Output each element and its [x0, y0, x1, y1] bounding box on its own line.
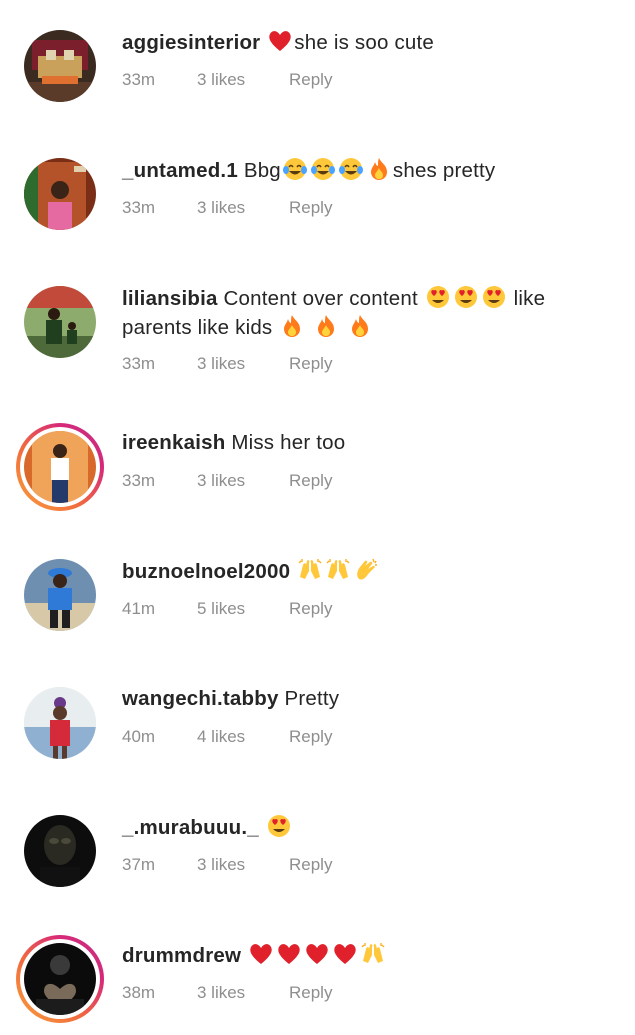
red-heart-icon [248, 941, 274, 967]
comment-likes[interactable]: 5 likes [197, 598, 245, 620]
comment-text: _untamed.1 Bbg shes pretty [122, 156, 595, 185]
heart-eyes-icon [481, 284, 507, 310]
comment-text: _.murabuuu._ [122, 813, 595, 842]
comment-body: Pretty [284, 687, 340, 710]
comment-username[interactable]: wangechi.tabby [122, 687, 279, 710]
red-heart-icon [332, 941, 358, 967]
comment-text: aggiesinterior she is soo cute [122, 28, 595, 57]
avatar-image [24, 687, 96, 759]
raising-hands-icon [325, 557, 351, 583]
comment-username[interactable]: drummdrew [122, 944, 241, 967]
avatar-ring-gap [20, 939, 100, 1019]
comment-username[interactable]: _untamed.1 [122, 159, 238, 182]
fire-icon [347, 313, 373, 339]
comment-text: wangechi.tabby Pretty [122, 685, 595, 713]
reply-button[interactable]: Reply [289, 69, 332, 91]
red-heart-icon [276, 941, 302, 967]
avatar-image [24, 815, 96, 887]
reply-button[interactable]: Reply [289, 598, 332, 620]
fire-icon [279, 313, 305, 339]
comment-time: 33m [122, 471, 156, 490]
comment-likes[interactable]: 3 likes [197, 982, 245, 1004]
comment-likes[interactable]: 3 likes [197, 470, 245, 492]
comment-likes[interactable]: 3 likes [197, 197, 245, 219]
comment-text: drummdrew [122, 941, 595, 970]
comment-username[interactable]: buznoelnoel2000 [122, 560, 290, 583]
raising-hands-icon [360, 941, 386, 967]
comment-likes[interactable]: 3 likes [197, 353, 245, 375]
raising-hands-icon [297, 557, 323, 583]
avatar-ring-gap [20, 427, 100, 507]
comment-time: 41m [122, 599, 156, 618]
avatar-story-ring[interactable] [16, 423, 104, 511]
comment-username[interactable]: _.murabuuu._ [122, 816, 259, 839]
comment-body: Miss her too [231, 431, 346, 454]
avatar[interactable] [24, 815, 96, 887]
tears-of-joy-icon [338, 156, 364, 182]
avatar-image [24, 286, 96, 358]
comment-time: 40m [122, 727, 156, 746]
comment-time: 33m [122, 70, 156, 89]
avatar [24, 943, 96, 1015]
reply-button[interactable]: Reply [289, 854, 332, 876]
tears-of-joy-icon [282, 156, 308, 182]
avatar [24, 431, 96, 503]
avatar[interactable] [24, 30, 96, 102]
comment-text: ireenkaish Miss her too [122, 429, 595, 457]
reply-button[interactable]: Reply [289, 470, 332, 492]
avatar[interactable] [24, 158, 96, 230]
avatar[interactable] [24, 559, 96, 631]
avatar[interactable] [24, 286, 96, 358]
avatar-image [24, 158, 96, 230]
comment-body-after: shes pretty [392, 159, 496, 182]
reply-button[interactable]: Reply [289, 197, 332, 219]
fire-icon [313, 313, 339, 339]
comment-body: Bbg [243, 159, 281, 182]
comment-likes[interactable]: 3 likes [197, 854, 245, 876]
avatar-image [24, 559, 96, 631]
avatar-story-ring[interactable] [16, 935, 104, 1023]
comment-body: Content over content [223, 287, 418, 310]
comment-time: 37m [122, 855, 156, 874]
avatar[interactable] [24, 687, 96, 759]
fire-icon [366, 156, 392, 182]
comment-username[interactable]: liliansibia [122, 287, 218, 310]
reply-button[interactable]: Reply [289, 353, 332, 375]
comment-username[interactable]: aggiesinterior [122, 31, 260, 54]
comment-body: she is soo cute [294, 31, 435, 54]
comment-text: liliansibia Content over content like pa… [122, 284, 595, 342]
comment-time: 33m [122, 198, 156, 217]
avatar-image [24, 943, 96, 1015]
heart-eyes-icon [425, 284, 451, 310]
comment-time: 33m [122, 354, 156, 373]
comment-time: 38m [122, 983, 156, 1002]
reply-button[interactable]: Reply [289, 982, 332, 1004]
avatar-image [24, 30, 96, 102]
heart-eyes-icon [453, 284, 479, 310]
comment-likes[interactable]: 3 likes [197, 69, 245, 91]
heart-eyes-icon [266, 813, 292, 839]
avatar-image [24, 431, 96, 503]
comment-username[interactable]: ireenkaish [122, 431, 225, 454]
red-heart-icon [267, 28, 293, 54]
reply-button[interactable]: Reply [289, 726, 332, 748]
clapping-hands-icon [353, 557, 379, 583]
comment-likes[interactable]: 4 likes [197, 726, 245, 748]
comment-text: buznoelnoel2000 [122, 557, 595, 586]
red-heart-icon [304, 941, 330, 967]
tears-of-joy-icon [310, 156, 336, 182]
